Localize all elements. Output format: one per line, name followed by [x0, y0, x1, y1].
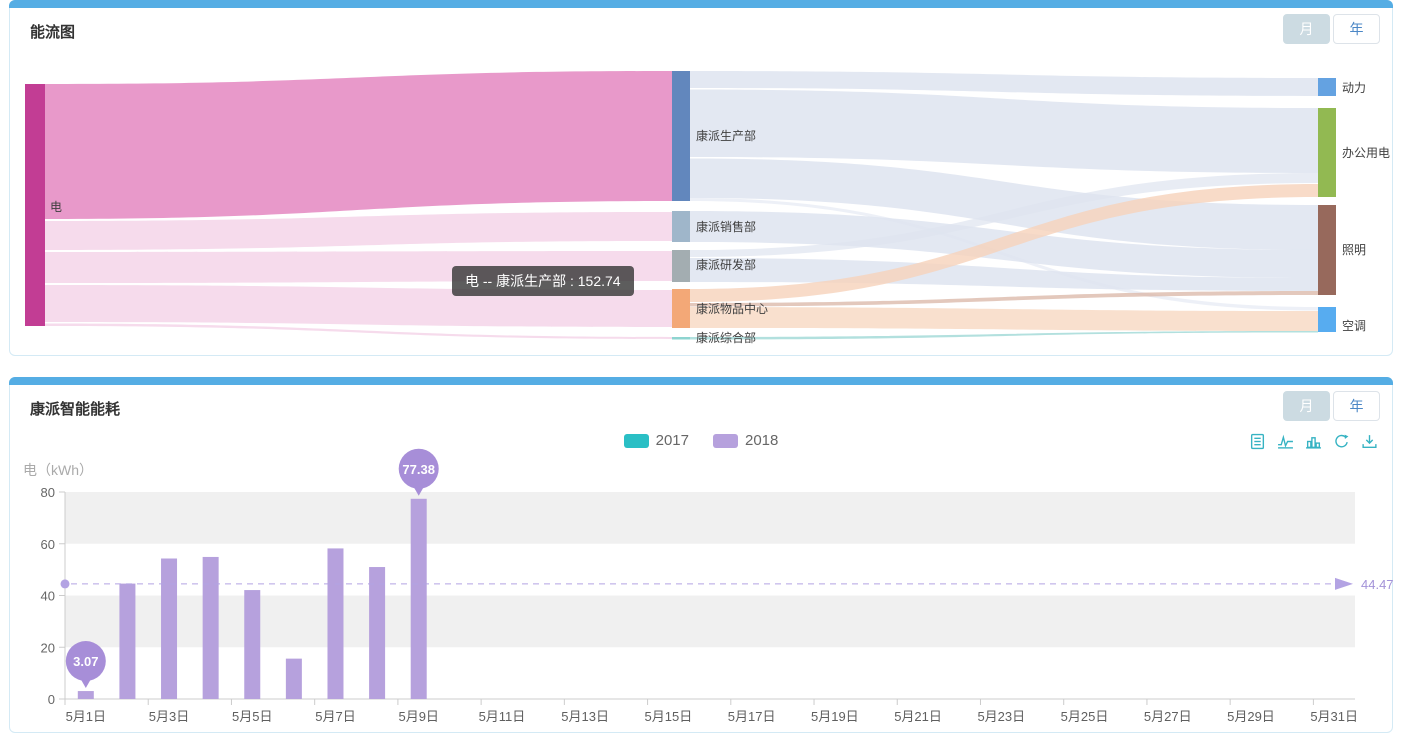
- node-label-ac: 空调: [1342, 319, 1366, 333]
- x-tick-label: 5月13日: [561, 709, 609, 724]
- link-general-ac[interactable]: [690, 331, 1318, 340]
- refresh-icon[interactable]: [1333, 433, 1350, 450]
- bar-chart-icon[interactable]: [1305, 433, 1322, 450]
- x-tick-label: 5月1日: [66, 709, 106, 724]
- energy-flow-panel: 电 康派生产部 康派销售部 康派研发部 康派物品中心 康派综合部 动力 办公用电…: [9, 0, 1393, 356]
- bar-2018-5月4日[interactable]: [203, 557, 219, 699]
- energy-panel-title: 康派智能能耗: [30, 398, 120, 419]
- flow-panel-header: 能流图 月 年: [10, 9, 1392, 57]
- bar-2018-5月9日[interactable]: [411, 499, 427, 699]
- flow-period-toggle: 月 年: [1283, 14, 1380, 44]
- node-lighting[interactable]: [1318, 205, 1336, 295]
- node-production-dept[interactable]: [672, 71, 690, 201]
- node-office-electricity[interactable]: [1318, 108, 1336, 197]
- bar-2018-5月3日[interactable]: [161, 558, 177, 699]
- y-tick-label: 60: [41, 537, 55, 552]
- x-tick-label: 5月23日: [977, 709, 1025, 724]
- bar-2018-5月6日[interactable]: [286, 659, 302, 699]
- flow-year-button[interactable]: 年: [1333, 14, 1380, 44]
- node-ac[interactable]: [1318, 307, 1336, 332]
- max-marker: 77.38: [399, 449, 439, 496]
- node-label-goods: 康派物品中心: [696, 301, 768, 316]
- link-goods-ac[interactable]: [690, 307, 1318, 331]
- link-electricity-production[interactable]: [45, 71, 672, 219]
- node-label-rd: 康派研发部: [696, 257, 756, 272]
- x-tick-label: 5月3日: [149, 709, 189, 724]
- x-tick-label: 5月17日: [728, 709, 776, 724]
- chart-legend: 2017 2018: [10, 432, 1392, 449]
- x-tick-label: 5月9日: [398, 709, 438, 724]
- x-tick-label: 5月21日: [894, 709, 942, 724]
- download-icon[interactable]: [1361, 433, 1378, 450]
- energy-panel-header: 康派智能能耗 月 年: [10, 386, 1392, 434]
- legend-item-2017[interactable]: 2017: [624, 432, 689, 449]
- x-tick-label: 5月27日: [1144, 709, 1192, 724]
- data-view-icon[interactable]: [1249, 433, 1266, 450]
- legend-label-2017: 2017: [656, 432, 689, 449]
- energy-year-button[interactable]: 年: [1333, 391, 1380, 421]
- x-tick-label: 5月5日: [232, 709, 272, 724]
- node-electricity[interactable]: [25, 84, 45, 326]
- flow-panel-title: 能流图: [30, 21, 75, 42]
- legend-swatch-2017: [624, 434, 649, 448]
- node-label-electricity: 电: [50, 200, 62, 214]
- legend-item-2018[interactable]: 2018: [713, 432, 778, 449]
- min-marker: 3.07: [66, 641, 106, 688]
- svg-text:77.38: 77.38: [402, 462, 435, 477]
- node-rd-dept[interactable]: [672, 250, 690, 282]
- x-tick-label: 5月15日: [645, 709, 693, 724]
- node-sales-dept[interactable]: [672, 211, 690, 242]
- node-label-lighting: 照明: [1342, 243, 1366, 257]
- node-power[interactable]: [1318, 78, 1336, 96]
- legend-swatch-2018: [713, 434, 738, 448]
- bar-2018-5月5日[interactable]: [244, 590, 260, 699]
- node-goods-center[interactable]: [672, 289, 690, 328]
- bar-2018-5月2日[interactable]: [119, 584, 135, 699]
- line-chart-icon[interactable]: [1277, 433, 1294, 450]
- node-general-dept[interactable]: [672, 337, 690, 340]
- flow-month-button[interactable]: 月: [1283, 14, 1330, 44]
- node-label-sales: 康派销售部: [696, 219, 756, 234]
- x-tick-label: 5月31日: [1310, 709, 1358, 724]
- legend-label-2018: 2018: [745, 432, 778, 449]
- svg-text:3.07: 3.07: [73, 654, 98, 669]
- y-tick-label: 20: [41, 640, 55, 655]
- y-tick-label: 40: [41, 589, 55, 604]
- y-tick-label: 0: [48, 692, 55, 707]
- bar-2018-5月8日[interactable]: [369, 567, 385, 699]
- node-label-general: 康派综合部: [696, 330, 756, 345]
- x-tick-label: 5月7日: [315, 709, 355, 724]
- bar-2018-5月7日[interactable]: [327, 548, 343, 699]
- x-tick-label: 5月29日: [1227, 709, 1275, 724]
- sankey-tooltip: 电 -- 康派生产部 : 152.74: [452, 266, 634, 296]
- y-tick-label: 80: [41, 485, 55, 500]
- node-label-office: 办公用电: [1342, 145, 1390, 160]
- node-label-production: 康派生产部: [696, 128, 756, 143]
- energy-consumption-panel: 康派智能能耗 月 年 2017 2018 电（kWh）: [9, 377, 1393, 733]
- x-tick-label: 5月19日: [811, 709, 859, 724]
- node-label-power: 动力: [1342, 81, 1366, 95]
- energy-period-toggle: 月 年: [1283, 391, 1380, 421]
- y-axis-name: 电（kWh）: [23, 460, 93, 480]
- x-tick-label: 5月11日: [479, 709, 526, 724]
- energy-month-button[interactable]: 月: [1283, 391, 1330, 421]
- x-tick-label: 5月25日: [1061, 709, 1109, 724]
- chart-toolbox: [1249, 433, 1378, 450]
- average-value-label: 44.47: [1361, 577, 1394, 592]
- split-band: [65, 492, 1355, 544]
- bar-2018-5月1日[interactable]: [78, 691, 94, 699]
